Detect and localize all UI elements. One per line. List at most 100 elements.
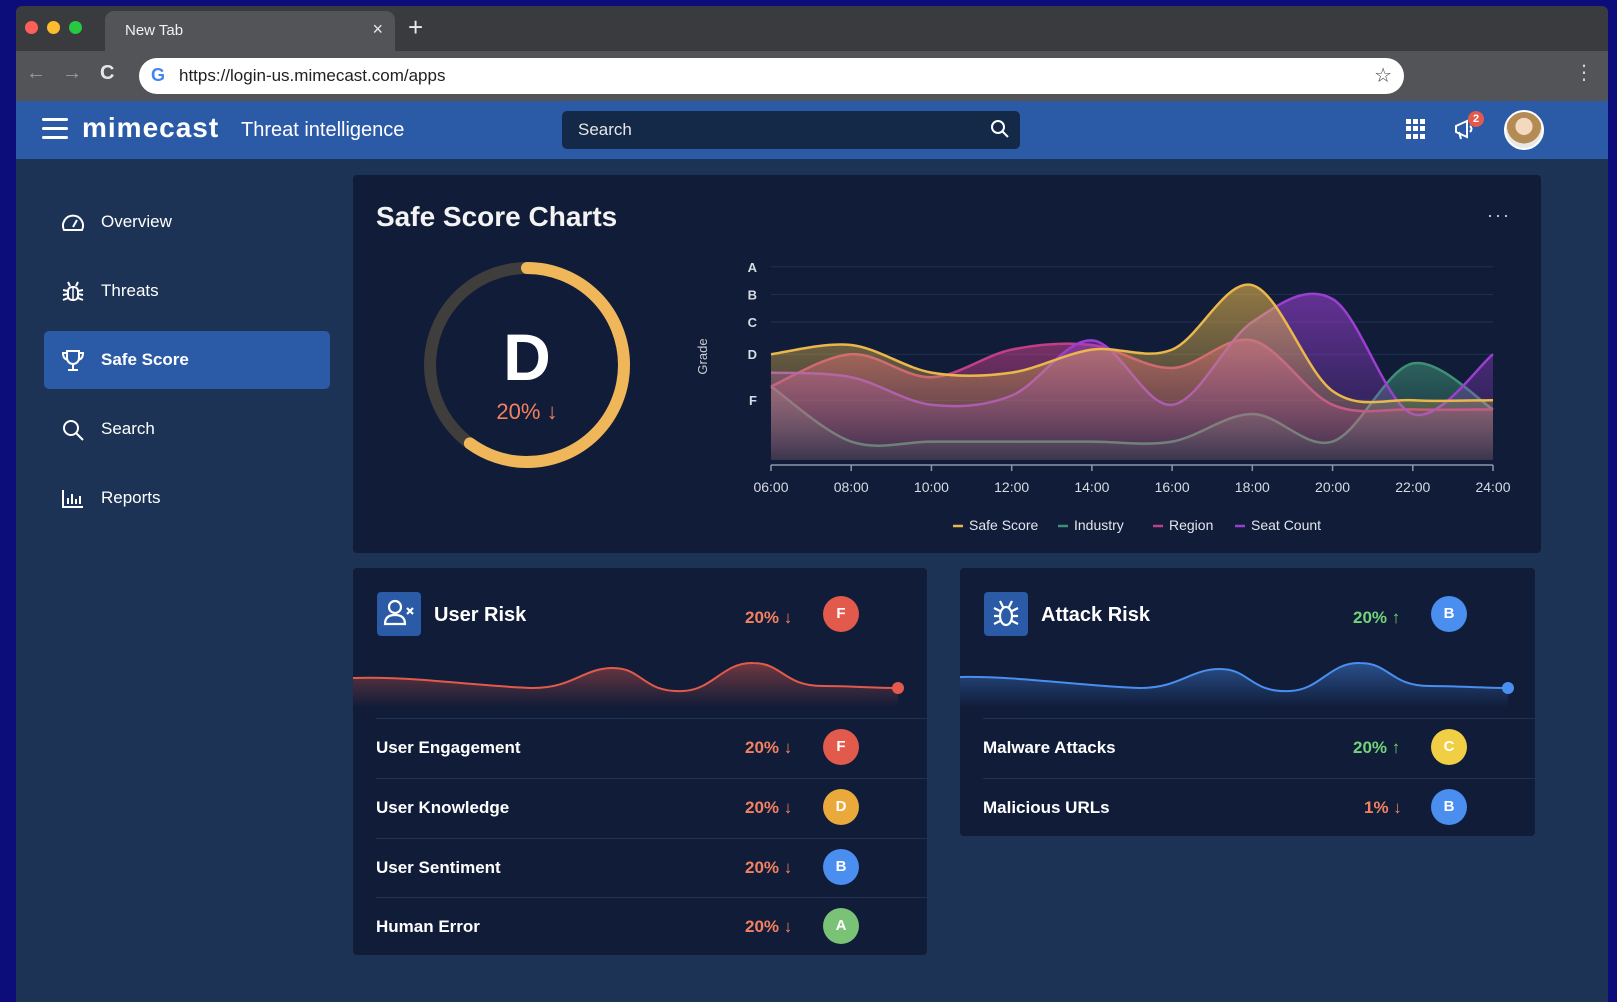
row-label: Malicious URLs: [983, 798, 1110, 817]
app-subtitle: Threat intelligence: [241, 119, 405, 141]
legend-label: Industry: [1074, 517, 1124, 533]
safe-score-gauge: D 20% ↓: [417, 255, 637, 475]
browser-tab[interactable]: New Tab ×: [105, 11, 395, 51]
url-text[interactable]: https://login-us.mimecast.com/apps: [179, 66, 445, 86]
panel-title: Safe Score Charts: [376, 201, 618, 232]
more-options-icon[interactable]: ···: [1487, 205, 1511, 226]
x-tick-label: 08:00: [834, 479, 869, 495]
app-grid-icon[interactable]: [1406, 119, 1426, 139]
notification-badge: 2: [1468, 111, 1484, 127]
user-avatar[interactable]: [1504, 110, 1544, 150]
list-item[interactable]: Malicious URLs 1% ↓ B: [983, 778, 1535, 836]
sidebar-item-label: Reports: [101, 488, 161, 507]
x-tick-label: 10:00: [914, 479, 949, 495]
sidebar-item-threats[interactable]: Threats: [44, 262, 330, 320]
x-tick-label: 18:00: [1235, 479, 1270, 495]
row-change: 20% ↑: [1353, 738, 1401, 757]
row-label: Human Error: [376, 917, 480, 936]
x-tick-label: 22:00: [1395, 479, 1430, 495]
mimecast-logo[interactable]: mimecast: [82, 112, 219, 144]
row-label: User Engagement: [376, 738, 521, 757]
sidebar-item-label: Safe Score: [101, 350, 189, 369]
sidebar-item-label: Search: [101, 419, 155, 438]
row-change: 20% ↓: [745, 738, 793, 757]
minimize-window-button[interactable]: [47, 21, 60, 34]
x-tick-label: 24:00: [1475, 479, 1510, 495]
legend-label: Seat Count: [1251, 517, 1321, 533]
bug-icon: [62, 281, 84, 301]
attack-risk-icon: [984, 592, 1028, 636]
y-tick-label: C: [748, 315, 758, 330]
panel-title: User Risk: [434, 604, 527, 626]
row-change: 1% ↓: [1364, 798, 1402, 817]
grade-badge: C: [1431, 729, 1467, 765]
sidebar: Overview Threats Safe Score Search Repor…: [16, 159, 352, 1002]
list-item[interactable]: User Knowledge 20% ↓ D: [376, 778, 927, 836]
search-icon[interactable]: [990, 119, 1010, 139]
user-risk-sparkline: [353, 661, 904, 708]
hamburger-menu-icon[interactable]: [42, 118, 68, 145]
tab-strip: New Tab × +: [16, 6, 1608, 51]
browser-menu-icon[interactable]: ⋮: [1574, 63, 1594, 83]
trophy-icon: [61, 350, 85, 371]
back-arrow-icon[interactable]: ←: [26, 63, 46, 83]
x-tick-label: 16:00: [1155, 479, 1190, 495]
x-tick-label: 20:00: [1315, 479, 1350, 495]
list-item[interactable]: User Engagement 20% ↓ F: [376, 718, 927, 776]
tab-title: New Tab: [125, 22, 184, 39]
google-icon: G: [151, 65, 166, 85]
sidebar-item-label: Overview: [101, 212, 172, 231]
reload-icon[interactable]: C: [100, 63, 114, 83]
row-change: 20% ↓: [745, 798, 793, 817]
url-field[interactable]: G https://login-us.mimecast.com/apps ☆: [139, 58, 1404, 94]
risk-change: 20% ↑: [1353, 608, 1401, 627]
sidebar-item-reports[interactable]: Reports: [44, 469, 330, 527]
series-area-safe-score: [771, 284, 1493, 460]
list-item[interactable]: Malware Attacks 20% ↑ C: [983, 718, 1535, 776]
list-item[interactable]: User Sentiment 20% ↓ B: [376, 838, 927, 896]
row-label: Malware Attacks: [983, 738, 1116, 757]
legend-label: Safe Score: [969, 517, 1038, 533]
app-header: mimecast Threat intelligence 2: [16, 101, 1608, 159]
x-tick-label: 14:00: [1074, 479, 1109, 495]
sidebar-item-overview[interactable]: Overview: [44, 193, 330, 251]
grade-badge: A: [823, 908, 859, 944]
sidebar-item-search[interactable]: Search: [44, 400, 330, 458]
grade-badge: D: [823, 789, 859, 825]
row-change: 20% ↓: [745, 917, 793, 936]
sidebar-item-label: Threats: [101, 281, 159, 300]
safe-score-panel: Safe Score Charts ··· D 20% ↓ A B C D F Grade…: [353, 175, 1541, 553]
panel-title: Attack Risk: [1041, 604, 1150, 626]
list-item[interactable]: Human Error 20% ↓ A: [376, 897, 927, 955]
speedometer-icon: [62, 214, 84, 231]
maximize-window-button[interactable]: [69, 21, 82, 34]
grade-badge: B: [1431, 596, 1467, 632]
search-icon: [63, 420, 84, 441]
risk-change: 20% ↓: [745, 608, 793, 627]
x-tick-label: 12:00: [994, 479, 1029, 495]
grade-badge: B: [823, 849, 859, 885]
bookmark-star-icon[interactable]: ☆: [1374, 63, 1392, 88]
attack-risk-panel: Attack Risk 20% ↑ B Malware Attacks 20% …: [960, 568, 1535, 836]
row-change: 20% ↓: [745, 858, 793, 877]
sidebar-item-safe-score[interactable]: Safe Score: [44, 331, 330, 389]
new-tab-button[interactable]: +: [408, 14, 423, 40]
browser-window: New Tab × + ← → C G https://login-us.mim…: [16, 6, 1608, 1002]
legend-label: Region: [1169, 517, 1213, 533]
address-bar-row: ← → C G https://login-us.mimecast.com/ap…: [16, 51, 1608, 101]
close-window-button[interactable]: [25, 21, 38, 34]
tab-close-icon[interactable]: ×: [372, 19, 383, 40]
row-label: User Sentiment: [376, 858, 501, 877]
row-label: User Knowledge: [376, 798, 510, 817]
forward-arrow-icon[interactable]: →: [62, 63, 82, 83]
y-tick-label: F: [749, 393, 757, 408]
window-controls: [25, 21, 82, 34]
y-tick-label: B: [748, 287, 757, 302]
bar-chart-icon: [62, 490, 83, 508]
search-input[interactable]: [562, 111, 1020, 149]
y-axis-label: Grade: [695, 338, 710, 374]
user-risk-icon: [377, 592, 421, 636]
header-search: [562, 111, 1020, 149]
gauge-change: 20% ↓: [496, 399, 558, 424]
y-tick-label: D: [748, 347, 757, 362]
